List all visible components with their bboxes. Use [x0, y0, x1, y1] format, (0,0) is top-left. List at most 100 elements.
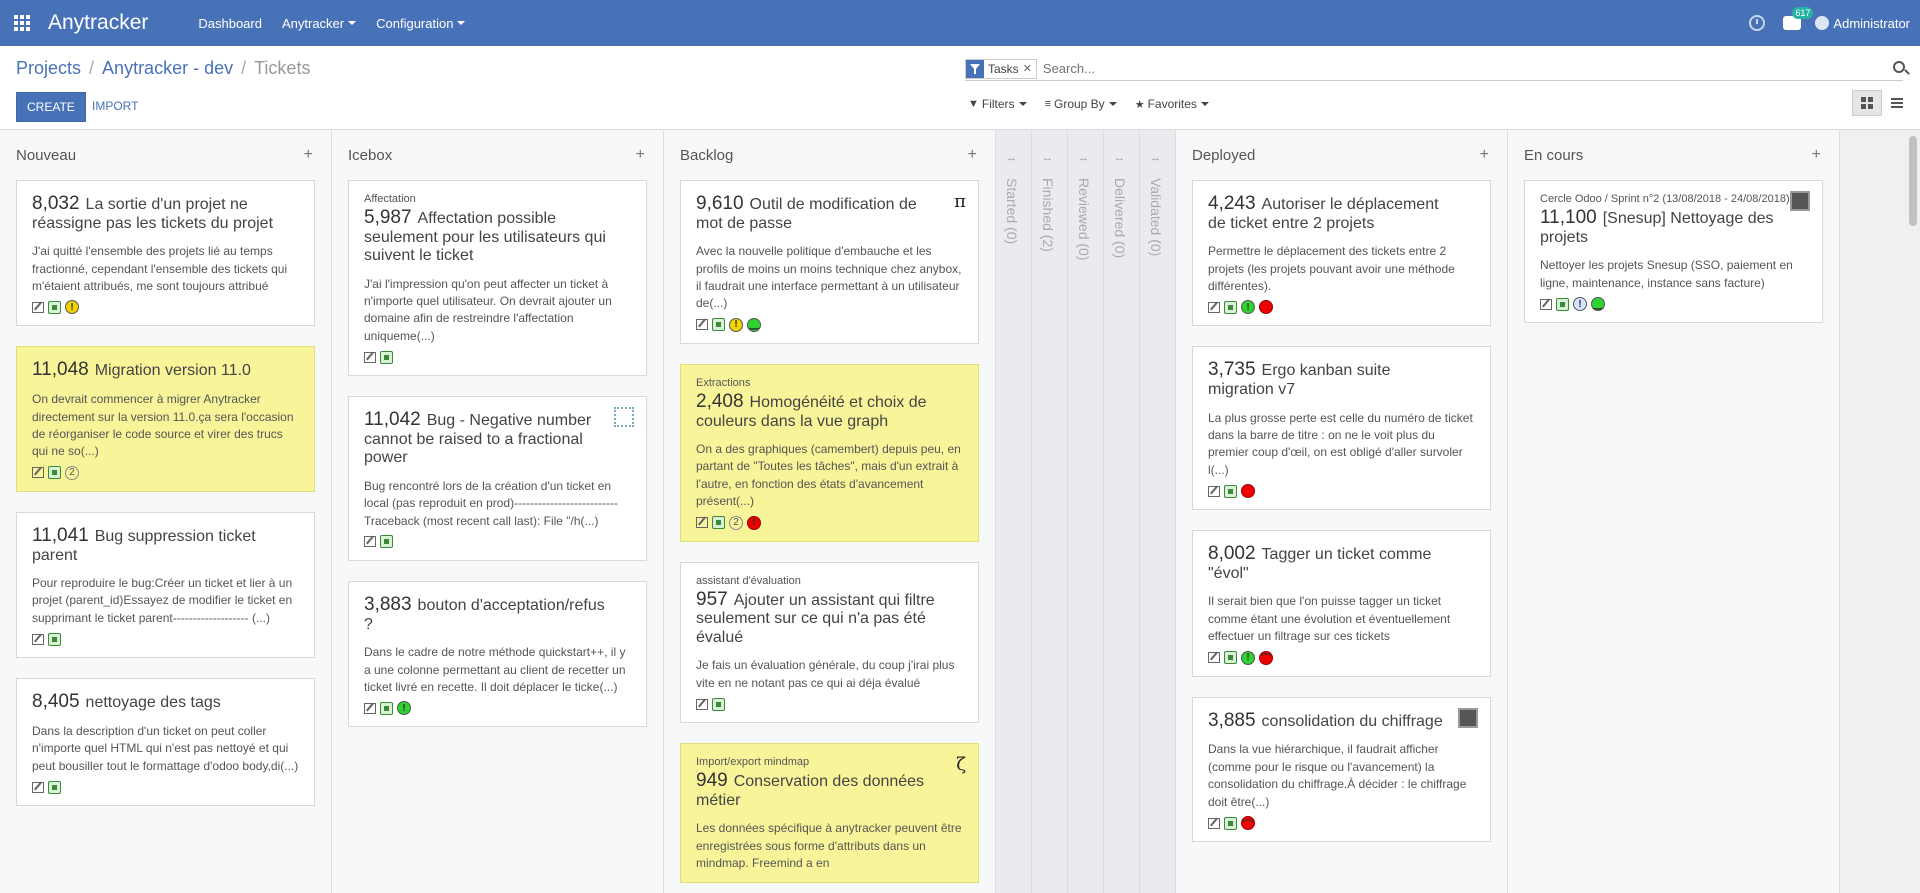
ticket-tag: Cercle Odoo / Sprint n°2 (13/08/2018 - 2…: [1540, 193, 1790, 205]
ticket-card[interactable]: assistant d'évaluation 957 Ajouter un ass…: [680, 561, 979, 723]
list-icon: [1891, 98, 1903, 108]
edit-icon[interactable]: [1208, 652, 1220, 664]
group-by-dropdown[interactable]: ≡ Group By: [1045, 97, 1117, 111]
cart-icon: [1224, 816, 1237, 830]
bars-icon: ≡: [1044, 98, 1051, 110]
search-facet: Tasks ✕: [965, 58, 1037, 79]
create-button[interactable]: CREATE: [16, 92, 86, 122]
filter-icon: [966, 59, 984, 78]
cart-icon: [48, 466, 61, 480]
search-bar: Tasks ✕: [965, 57, 1905, 81]
control-panel: Projects / Anytracker - dev / Tickets CR…: [0, 46, 1920, 130]
edit-icon[interactable]: [364, 351, 376, 363]
apps-menu-icon[interactable]: [0, 0, 44, 46]
column-finished-folded[interactable]: ↔ Finished (2): [1032, 130, 1068, 893]
menu-anytracker[interactable]: Anytracker: [272, 0, 366, 46]
edit-icon[interactable]: [32, 301, 44, 313]
ticket-tag: Extractions: [696, 376, 751, 389]
column-validated-folded[interactable]: ↔ Validated (0): [1140, 130, 1176, 893]
edit-icon[interactable]: [364, 536, 376, 548]
ticket-card[interactable]: 3,735 Ergo kanban suite migration v7 La p…: [1192, 346, 1491, 511]
ticket-tag: Affectation: [364, 193, 416, 205]
app-brand[interactable]: Anytracker: [48, 11, 148, 35]
ticket-card[interactable]: Extractions 2,408 Homogénéité et choix de…: [680, 363, 979, 542]
ticket-card[interactable]: 8,405 nettoyage des tags Dans la descript…: [16, 678, 315, 807]
edit-icon[interactable]: [1208, 485, 1220, 497]
import-button[interactable]: IMPORT: [92, 99, 138, 113]
ticket-card[interactable]: Cercle Odoo / Sprint n°2 (13/08/2018 - 2…: [1524, 180, 1823, 324]
column-started-folded[interactable]: ↔ Started (0): [996, 130, 1032, 893]
ticket-card[interactable]: π 9,610 Outil de modification de mot de p…: [680, 180, 979, 344]
cart-icon: [380, 350, 393, 364]
view-switcher: [1852, 90, 1912, 116]
edit-icon[interactable]: [32, 467, 44, 479]
add-card-icon[interactable]: +: [968, 146, 979, 164]
warning-icon: !: [65, 300, 79, 315]
ticket-tag: Import/export mindmap: [696, 756, 810, 768]
edit-icon[interactable]: [696, 517, 708, 529]
cart-icon: [712, 516, 725, 530]
list-view-button[interactable]: [1882, 90, 1912, 116]
edit-icon[interactable]: [1540, 298, 1552, 310]
edit-icon[interactable]: [32, 633, 44, 645]
ticket-card[interactable]: 3,885 consolidation du chiffrage Dans la …: [1192, 696, 1491, 843]
main-menu: Dashboard Anytracker Configuration: [188, 0, 475, 46]
assignee-avatar: [1458, 707, 1478, 728]
expand-icon: ↔: [1042, 152, 1053, 164]
edit-icon[interactable]: [364, 702, 376, 714]
top-navbar: Anytracker Dashboard Anytracker Configur…: [0, 0, 1920, 46]
danger-icon: [1241, 484, 1255, 499]
search-input[interactable]: [1042, 61, 1903, 76]
star-icon: ★: [1134, 98, 1145, 111]
ticket-card[interactable]: 3,883 bouton d'acceptation/refus ? Dans l…: [348, 580, 647, 728]
remove-facet-icon[interactable]: ✕: [1023, 62, 1036, 75]
assignee-avatar: [1790, 191, 1810, 211]
kanban-view-button[interactable]: [1852, 90, 1882, 116]
add-card-icon[interactable]: +: [636, 146, 647, 164]
add-card-icon[interactable]: +: [304, 146, 315, 164]
ticket-card[interactable]: 11,042 Bug - Negative number cannot be ra…: [348, 396, 647, 561]
column-delivered-folded[interactable]: ↔ Delivered (0): [1104, 130, 1140, 893]
column-icebox: Icebox + Affectation 5,987 Affectation pos…: [332, 130, 664, 893]
cart-icon: [48, 780, 61, 794]
ticket-card[interactable]: 11,041 Bug suppression ticket parent Pour…: [16, 511, 315, 659]
add-card-icon[interactable]: +: [1480, 146, 1491, 164]
comment-count: 2: [729, 515, 743, 530]
ticket-card[interactable]: 4,243 Autoriser le déplacement de ticket …: [1192, 180, 1491, 327]
breadcrumb-projects[interactable]: Projects: [16, 58, 81, 79]
ticket-card[interactable]: Affectation 5,987 Affectation possible se…: [348, 180, 647, 377]
ticket-card[interactable]: ζ Import/export mindmap 949 Conservation …: [680, 743, 979, 884]
ticket-card[interactable]: 8,002 Tagger un ticket comme "évol" Il se…: [1192, 530, 1491, 677]
activity-clock-icon[interactable]: [1749, 15, 1766, 31]
qr-image-icon: [614, 407, 634, 428]
info-icon: !: [397, 701, 411, 716]
breadcrumb-project[interactable]: Anytracker - dev: [102, 58, 233, 79]
add-card-icon[interactable]: +: [1812, 146, 1823, 164]
ticket-card[interactable]: 8,032 La sortie d'un projet ne réassigne …: [16, 180, 315, 327]
column-deployed: Deployed + 4,243 Autoriser le déplacement …: [1176, 130, 1508, 893]
menu-configuration[interactable]: Configuration: [366, 0, 475, 46]
search-icon[interactable]: [1893, 61, 1905, 73]
expand-icon: ↔: [1114, 152, 1125, 164]
menu-dashboard[interactable]: Dashboard: [188, 0, 272, 46]
vertical-scrollbar[interactable]: [1906, 130, 1920, 893]
favorites-dropdown[interactable]: ★ Favorites: [1135, 97, 1209, 111]
ticket-card[interactable]: 11,048 Migration version 11.0 On devrait …: [16, 346, 315, 492]
user-menu[interactable]: Administrator: [1815, 16, 1920, 31]
edit-icon[interactable]: [696, 319, 708, 331]
messaging-menu[interactable]: 617: [1783, 7, 1814, 30]
pi-icon: π: [954, 191, 966, 212]
cart-icon: [380, 535, 393, 549]
filters-dropdown[interactable]: ▼ Filters: [968, 97, 1027, 111]
search-options: ▼ Filters ≡ Group By ★ Favorites: [968, 97, 1209, 111]
column-reviewed-folded[interactable]: ↔ Reviewed (0): [1068, 130, 1104, 893]
warning-icon: !: [729, 317, 743, 332]
frown-icon: ⌒: [1259, 650, 1273, 665]
edit-icon[interactable]: [32, 781, 44, 793]
caret-down-icon: [348, 21, 357, 25]
edit-icon[interactable]: [696, 698, 708, 710]
edit-icon[interactable]: [1208, 817, 1220, 829]
user-name: Administrator: [1833, 15, 1910, 31]
scrollbar-thumb[interactable]: [1909, 136, 1917, 226]
edit-icon[interactable]: [1208, 301, 1220, 313]
